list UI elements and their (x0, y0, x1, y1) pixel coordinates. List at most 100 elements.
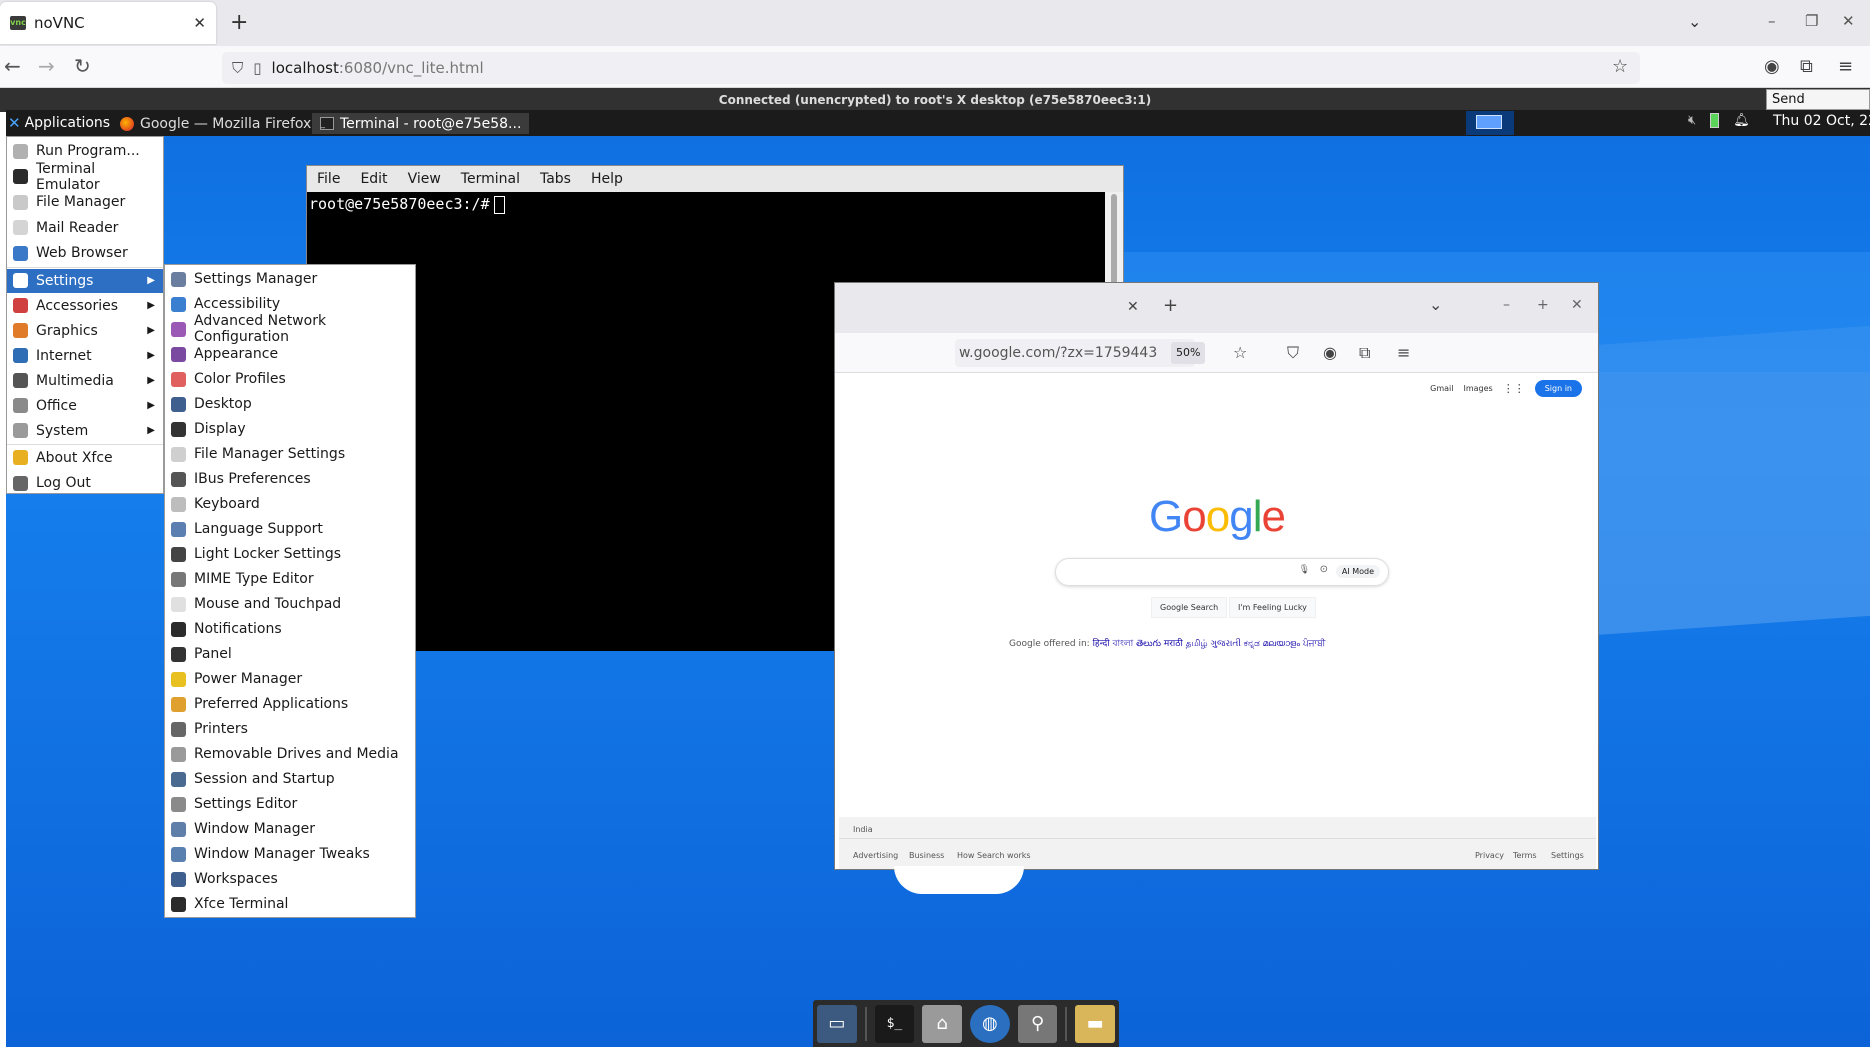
settings-item-mouse-and-touchpad[interactable]: Mouse and Touchpad (165, 592, 415, 616)
voice-search-icon[interactable]: 🎙︎ (1299, 565, 1310, 575)
close-window-icon[interactable]: ✕ (1571, 297, 1583, 313)
footer-privacy[interactable]: Privacy (1475, 851, 1504, 860)
tab-list-chevron-icon[interactable]: ⌄ (1429, 295, 1442, 314)
new-tab-icon[interactable]: + (230, 10, 248, 35)
terminal-menu-file[interactable]: File (307, 171, 350, 187)
workspace-1[interactable] (1476, 115, 1502, 129)
app-menu-item-mail-reader[interactable]: Mail Reader (7, 216, 163, 240)
firefox-url-bar[interactable]: w.google.com/?zx=1759443 (955, 339, 1195, 367)
language-links[interactable]: हिन्दी বাংলা తెలుగు मराठी தமிழ் ગુજરાતી … (1093, 639, 1326, 649)
app-menu-item-terminal-emulator[interactable]: Terminal Emulator (7, 161, 163, 193)
settings-item-color-profiles[interactable]: Color Profiles (165, 367, 415, 391)
notification-bell-icon[interactable]: 🔔︎ (1733, 113, 1750, 128)
settings-item-printers[interactable]: Printers (165, 717, 415, 741)
settings-item-removable-drives-and-media[interactable]: Removable Drives and Media (165, 742, 415, 766)
volume-muted-icon[interactable]: 🔇︎ (1688, 113, 1696, 128)
terminal-icon[interactable]: $_ (874, 1004, 915, 1043)
restore-icon[interactable]: ❐ (1805, 12, 1818, 30)
sign-in-button[interactable]: Sign in (1534, 380, 1582, 397)
app-menu-item-run-program[interactable]: Run Program... (7, 139, 163, 163)
account-icon[interactable]: ◉ (1323, 343, 1337, 362)
menu-hamburger-icon[interactable]: ≡ (1838, 56, 1853, 77)
folder-icon[interactable]: ▬ (1075, 1004, 1115, 1043)
forward-icon[interactable]: → (38, 54, 55, 78)
url-bar[interactable]: ⛉ ▯ localhost :6080/vnc_lite.html (222, 52, 1640, 84)
terminal-menu-view[interactable]: View (398, 171, 451, 187)
settings-item-window-manager[interactable]: Window Manager (165, 817, 415, 841)
app-menu-item-graphics[interactable]: Graphics ▶ (7, 319, 163, 343)
settings-item-desktop[interactable]: Desktop (165, 392, 415, 416)
new-tab-icon[interactable]: + (1163, 295, 1178, 316)
extensions-icon[interactable]: ⧉ (1359, 343, 1370, 363)
settings-item-preferred-applications[interactable]: Preferred Applications (165, 692, 415, 716)
show-desktop-icon[interactable]: ▭ (817, 1004, 857, 1043)
footer-terms[interactable]: Terms (1513, 851, 1537, 860)
close-tab-icon[interactable]: ✕ (1127, 299, 1139, 315)
lens-icon[interactable]: ⊙ (1320, 564, 1328, 575)
images-link[interactable]: Images (1463, 384, 1492, 393)
bookmark-star-icon[interactable]: ☆ (1233, 343, 1247, 362)
app-menu-item-multimedia[interactable]: Multimedia ▶ (7, 369, 163, 393)
app-menu-item-internet[interactable]: Internet ▶ (7, 344, 163, 368)
app-menu-item-office[interactable]: Office ▶ (7, 394, 163, 418)
app-menu-item-accessories[interactable]: Accessories ▶ (7, 294, 163, 318)
panel-clock[interactable]: Thu 02 Oct, 22 (1773, 113, 1870, 129)
settings-item-advanced-network-configuration[interactable]: Advanced Network Configuration (165, 313, 415, 345)
menu-hamburger-icon[interactable]: ≡ (1397, 343, 1410, 362)
terminal-menu-tabs[interactable]: Tabs (530, 171, 581, 187)
settings-item-window-manager-tweaks[interactable]: Window Manager Tweaks (165, 842, 415, 866)
pocket-icon[interactable]: ⛉ (1287, 343, 1299, 363)
settings-item-ibus-preferences[interactable]: IBus Preferences (165, 467, 415, 491)
back-icon[interactable]: ← (4, 54, 21, 78)
close-window-icon[interactable]: ✕ (1842, 12, 1855, 30)
footer-business[interactable]: Business (909, 851, 944, 860)
google-search-button[interactable]: Google Search (1151, 597, 1228, 618)
feeling-lucky-button[interactable]: I'm Feeling Lucky (1229, 597, 1316, 618)
battery-icon[interactable] (1710, 113, 1720, 128)
apps-grid-icon[interactable]: ⋮⋮ (1503, 382, 1525, 395)
settings-item-notifications[interactable]: Notifications (165, 617, 415, 641)
terminal-menu-terminal[interactable]: Terminal (451, 171, 530, 187)
search-icon[interactable]: ⚲ (1017, 1004, 1058, 1043)
app-menu-item-web-browser[interactable]: Web Browser (7, 241, 163, 265)
app-menu-item-log-out[interactable]: Log Out (7, 471, 163, 495)
zoom-level-badge[interactable]: 50% (1171, 342, 1206, 364)
settings-item-workspaces[interactable]: Workspaces (165, 867, 415, 891)
firefox-window[interactable]: ✕ + ⌄ – + ✕ w.google.com/?zx=1759443 50%… (834, 282, 1599, 870)
settings-item-language-support[interactable]: Language Support (165, 517, 415, 541)
settings-item-display[interactable]: Display (165, 417, 415, 441)
terminal-menu-help[interactable]: Help (581, 171, 633, 187)
minimize-icon[interactable]: – (1768, 12, 1776, 30)
settings-item-appearance[interactable]: Appearance (165, 342, 415, 366)
footer-settings[interactable]: Settings (1551, 851, 1584, 860)
settings-item-panel[interactable]: Panel (165, 642, 415, 666)
app-menu-item-system[interactable]: System ▶ (7, 419, 163, 443)
google-search-box[interactable]: 🎙︎ ⊙ AI Mode (1055, 558, 1389, 586)
minimize-icon[interactable]: – (1503, 297, 1510, 313)
settings-item-power-manager[interactable]: Power Manager (165, 667, 415, 691)
bookmark-star-icon[interactable]: ☆ (1612, 56, 1628, 77)
settings-item-xfce-terminal[interactable]: Xfce Terminal (165, 892, 415, 916)
account-icon[interactable]: ◉ (1764, 56, 1780, 77)
settings-item-keyboard[interactable]: Keyboard (165, 492, 415, 516)
settings-item-mime-type-editor[interactable]: MIME Type Editor (165, 567, 415, 591)
send-ctrl-alt-del-button[interactable]: Send CtrlAltDel (1766, 89, 1870, 125)
taskbar-firefox[interactable]: Google — Mozilla Firefox (112, 113, 319, 134)
settings-item-session-and-startup[interactable]: Session and Startup (165, 767, 415, 791)
settings-item-settings-manager[interactable]: Settings Manager (165, 267, 415, 291)
settings-item-settings-editor[interactable]: Settings Editor (165, 792, 415, 816)
home-folder-icon[interactable]: ⌂ (922, 1004, 962, 1043)
terminal-menu-edit[interactable]: Edit (350, 171, 397, 187)
ai-mode-button[interactable]: AI Mode (1335, 565, 1380, 578)
tab-list-chevron-icon[interactable]: ⌄ (1688, 12, 1701, 31)
reload-icon[interactable]: ↻ (74, 54, 91, 78)
close-tab-icon[interactable]: ✕ (193, 14, 206, 32)
settings-item-file-manager-settings[interactable]: File Manager Settings (165, 442, 415, 466)
footer-how-search-works[interactable]: How Search works (957, 851, 1031, 860)
applications-menu-button[interactable]: ✕ Applications (8, 113, 110, 133)
tracking-shield-icon[interactable]: ⛉ (232, 59, 243, 77)
extensions-icon[interactable]: ⧉ (1800, 56, 1813, 77)
app-menu-item-file-manager[interactable]: File Manager (7, 190, 163, 214)
page-info-icon[interactable]: ▯ (253, 59, 261, 77)
gmail-link[interactable]: Gmail (1430, 384, 1453, 393)
